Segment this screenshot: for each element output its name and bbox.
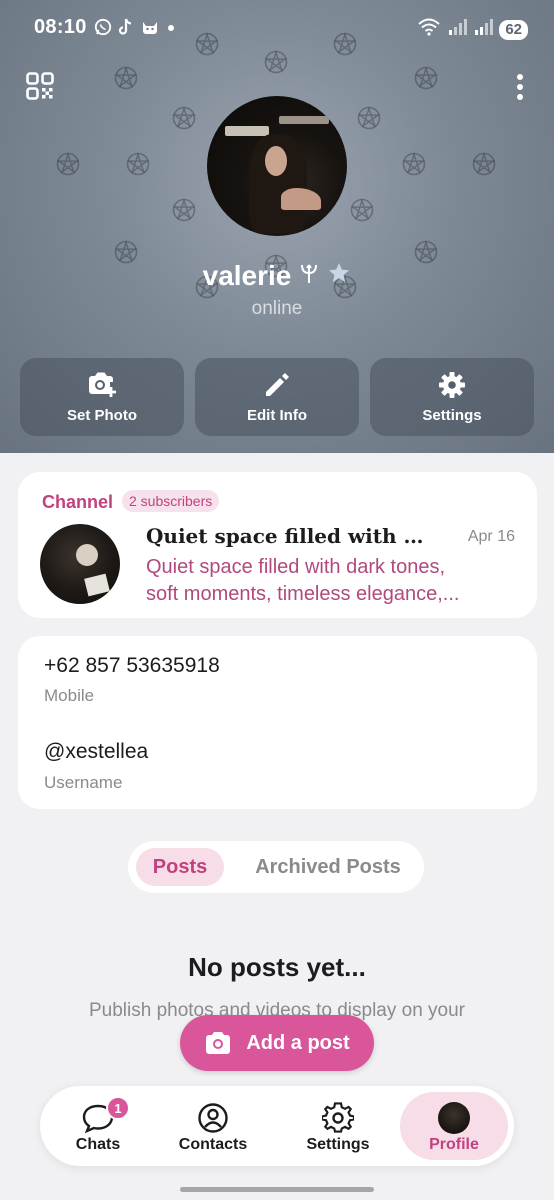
phone-label: Mobile [44,686,95,705]
more-vertical-icon [517,74,523,100]
tiktok-icon [118,18,134,41]
channel-post-preview: Quiet space filled with dark tones, soft… [146,554,496,608]
signal-icon-2 [473,18,494,41]
nav-settings-label: Settings [306,1136,370,1153]
nav-settings[interactable]: Settings [284,1092,392,1160]
channel-post-date: Apr 16 [467,528,515,545]
pentagram-icon [114,66,138,90]
nav-profile[interactable]: Profile [400,1092,508,1160]
pentagram-icon [414,66,438,90]
nav-contacts[interactable]: Contacts [159,1092,267,1160]
username-value[interactable]: @xestellea [44,740,148,764]
edit-info-button[interactable]: Edit Info [195,358,359,436]
cat-app-icon [140,18,160,41]
channel-label: Channel [42,492,114,512]
channel-post-title: Quiet space filled with dar... [146,524,436,548]
chats-unread-badge: 1 [106,1096,130,1120]
notification-icons [94,18,176,41]
qr-code-icon [26,72,54,100]
channel-avatar [40,524,120,604]
username-label: Username [44,773,123,792]
profile-mini-avatar [438,1102,470,1134]
preview-line-1: Quiet space filled with dark tones, [146,556,446,578]
settings-action-label: Settings [422,407,482,424]
empty-state-title: No posts yet... [188,952,366,982]
profile-avatar[interactable] [207,96,347,236]
status-bar: 08:10 62 [0,0,554,60]
signal-icon [447,18,468,41]
gear-icon [322,1102,354,1133]
pentagram-icon [350,198,374,222]
set-photo-button[interactable]: Set Photo [20,358,184,436]
profile-name: valerie [202,260,292,291]
profile-name-row: valerie [0,260,554,292]
person-circle-icon [198,1103,228,1133]
gear-icon [439,372,465,398]
settings-action-button[interactable]: Settings [370,358,534,436]
pentagram-icon [56,152,80,176]
trident-emoji-icon [299,260,319,292]
edit-info-label: Edit Info [247,407,307,424]
camera-icon [206,1032,231,1054]
qr-code-button[interactable] [26,72,54,100]
pentagram-icon [357,106,381,130]
camera-plus-icon [89,372,116,397]
pentagram-icon [402,152,426,176]
set-photo-label: Set Photo [67,407,137,424]
posts-tabs: Posts Archived Posts [128,841,424,893]
tab-archived-posts[interactable]: Archived Posts [240,848,416,886]
system-icons: 62 [417,18,528,41]
whatsapp-icon [94,18,112,41]
add-post-button[interactable]: Add a post [180,1015,374,1071]
wifi-icon [417,18,441,41]
dot-icon [166,18,176,41]
phone-number[interactable]: +62 857 53635918 [44,654,220,678]
channel-card[interactable]: Channel 2 subscribers Quiet space filled… [18,472,537,618]
pentagram-icon [172,198,196,222]
status-time: 08:10 [34,16,87,38]
nav-profile-label: Profile [429,1136,479,1153]
pencil-icon [266,373,289,396]
profile-header: 08:10 62 valerie online Set Photo Edit I… [0,0,554,453]
pentagram-icon [172,106,196,130]
nav-chats-label: Chats [75,1136,121,1153]
battery-indicator: 62 [499,19,528,40]
bottom-navigation: 1 Chats Contacts Settings Profile [40,1086,514,1166]
premium-star-icon[interactable] [327,260,351,292]
pentagram-icon [126,152,150,176]
more-options-button[interactable] [510,72,530,102]
nav-chats[interactable]: 1 Chats [44,1092,152,1160]
add-post-label: Add a post [246,1031,350,1054]
home-indicator[interactable] [180,1187,374,1192]
pentagram-icon [472,152,496,176]
nav-contacts-label: Contacts [178,1136,248,1153]
info-card: +62 857 53635918 Mobile @xestellea Usern… [18,636,537,809]
subscribers-badge: 2 subscribers [122,490,220,512]
preview-line-2: soft moments, timeless elegance,... [146,583,460,605]
tab-posts[interactable]: Posts [136,848,224,886]
profile-status: online [251,298,303,319]
